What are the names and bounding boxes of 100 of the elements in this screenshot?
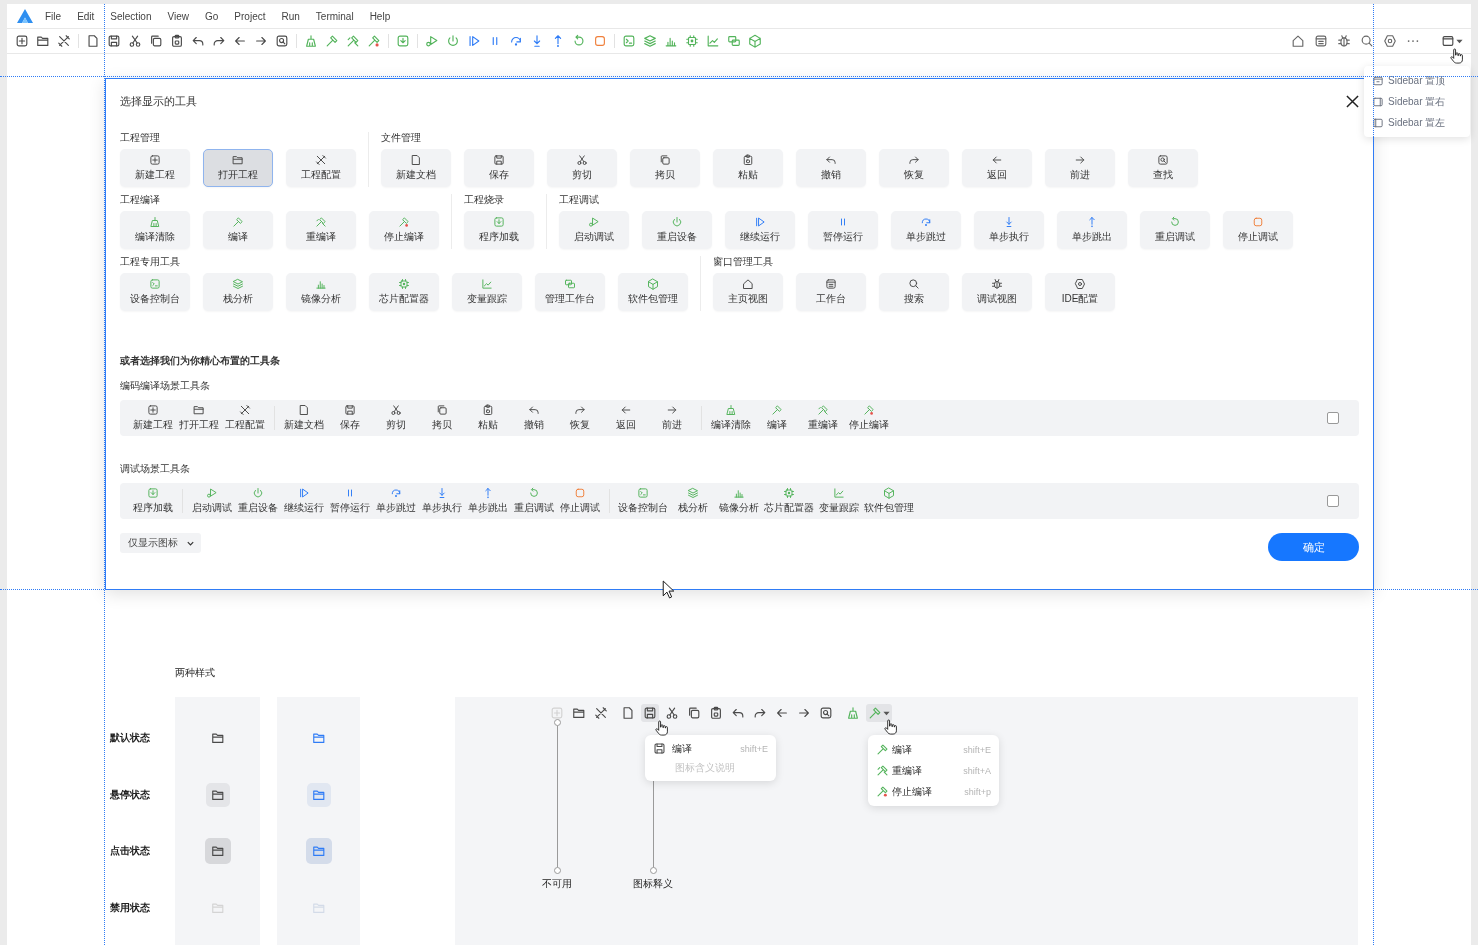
tool-button[interactable]: 剪切: [547, 149, 617, 187]
tool-button[interactable]: 重启调试: [1140, 211, 1210, 249]
tool-button[interactable]: 编译清除: [120, 211, 190, 249]
tool-button[interactable]: 工程配置: [286, 149, 356, 187]
tool-button[interactable]: 管理工作台: [535, 273, 605, 311]
menu-item[interactable]: Sidebar 置左: [1364, 112, 1470, 133]
tool-button[interactable]: 打开工程: [203, 149, 273, 187]
preset-toolbar[interactable]: 新建工程 打开工程 工程配置 新建文档 保存 剪切 拷贝 粘贴 撤销 恢复 返回 前进 编译清除 编译 重编译 停止编译: [120, 400, 1359, 436]
menu-item[interactable]: View: [167, 10, 189, 22]
scissors-icon[interactable]: [128, 34, 142, 48]
tool-button[interactable]: 查找: [1128, 149, 1198, 187]
menu-item[interactable]: Terminal: [315, 10, 354, 22]
icon-button[interactable]: [204, 838, 231, 865]
tool-button[interactable]: IDE配置: [1045, 273, 1115, 311]
menu-item[interactable]: 重编译 shift+A: [876, 760, 991, 781]
preset-toolbar[interactable]: 程序加载 启动调试 重启设备 继续运行 暂停运行 单步跳过 单步执行 单步跳出 重启调试 停止调试 设备控制台 栈分析 镜像分析 芯片配置器 变量跟踪 软件包管理: [120, 483, 1359, 519]
hammer-stop-icon[interactable]: [367, 34, 381, 48]
tool-button[interactable]: 返回: [962, 149, 1032, 187]
menu-item[interactable]: 编译 shift+E: [876, 739, 991, 760]
menu-item[interactable]: File: [45, 10, 62, 22]
tool-button[interactable]: 新建文档: [381, 149, 451, 187]
step-over-icon[interactable]: [509, 34, 523, 48]
settings-icon[interactable]: [1383, 34, 1397, 48]
broom-icon[interactable]: [304, 34, 318, 48]
tool-button[interactable]: 单步跳出: [1057, 211, 1127, 249]
workbench-icon[interactable]: [1314, 34, 1328, 48]
tool-button[interactable]: 恢复: [879, 149, 949, 187]
tool-button[interactable]: 启动调试: [559, 211, 629, 249]
tool-button[interactable]: 停止编译: [369, 211, 439, 249]
display-mode-dropdown[interactable]: 仅显示图标: [120, 533, 201, 553]
debug-icon[interactable]: [425, 34, 439, 48]
arrow-left-icon[interactable]: [233, 34, 247, 48]
menu-item[interactable]: 停止编译 shift+p: [876, 781, 991, 802]
checkbox[interactable]: [1327, 412, 1339, 424]
cube-icon[interactable]: [748, 34, 762, 48]
tool-button[interactable]: 主页视图: [713, 273, 783, 311]
tool-button[interactable]: 栈分析: [203, 273, 273, 311]
tool-button[interactable]: 拷贝: [630, 149, 700, 187]
find-icon[interactable]: [275, 34, 289, 48]
save-icon[interactable]: [107, 34, 121, 48]
windows-icon[interactable]: [727, 34, 741, 48]
tool-button[interactable]: 编译: [203, 211, 273, 249]
tool-button[interactable]: 暂停运行: [808, 211, 878, 249]
menu-item[interactable]: Project: [234, 10, 266, 22]
chip-icon[interactable]: [685, 34, 699, 48]
stop-icon[interactable]: [593, 34, 607, 48]
sidebar-icon[interactable]: [1441, 34, 1455, 48]
tool-button[interactable]: 继续运行: [725, 211, 795, 249]
power-icon[interactable]: [446, 34, 460, 48]
tool-button[interactable]: 保存: [464, 149, 534, 187]
tool-button[interactable]: 单步跳过: [891, 211, 961, 249]
undo-icon[interactable]: [191, 34, 205, 48]
checkbox[interactable]: [1327, 495, 1339, 507]
document-icon[interactable]: [86, 34, 100, 48]
tool-button[interactable]: 前进: [1045, 149, 1115, 187]
caret-icon[interactable]: [1456, 37, 1463, 45]
arrow-right-icon[interactable]: [254, 34, 268, 48]
search-icon[interactable]: [1360, 34, 1374, 48]
menu-item[interactable]: Sidebar 置右: [1364, 91, 1470, 112]
tool-button[interactable]: 镜像分析: [286, 273, 356, 311]
menu-item[interactable]: Help: [369, 10, 391, 22]
hammer-icon[interactable]: [325, 34, 339, 48]
menu-item[interactable]: Go: [205, 10, 219, 22]
restart-icon[interactable]: [572, 34, 586, 48]
plus-square-icon[interactable]: [15, 34, 29, 48]
menu-item[interactable]: Edit: [77, 10, 95, 22]
bug-icon[interactable]: [1337, 34, 1351, 48]
terminal-icon[interactable]: [622, 34, 636, 48]
tool-button[interactable]: 撤销: [796, 149, 866, 187]
tool-button[interactable]: 变量跟踪: [452, 273, 522, 311]
toolbar-button[interactable]: [866, 704, 892, 722]
paste-icon[interactable]: [170, 34, 184, 48]
tool-button[interactable]: 停止调试: [1223, 211, 1293, 249]
copy-icon[interactable]: [149, 34, 163, 48]
tool-button[interactable]: 新建工程: [120, 149, 190, 187]
confirm-button[interactable]: 确定: [1268, 533, 1359, 561]
tool-button[interactable]: 重编译: [286, 211, 356, 249]
layers-icon[interactable]: [643, 34, 657, 48]
continue-icon[interactable]: [467, 34, 481, 48]
line-chart-icon[interactable]: [706, 34, 720, 48]
redo-icon[interactable]: [212, 34, 226, 48]
tool-button[interactable]: 程序加载: [464, 211, 534, 249]
icon-button[interactable]: [205, 782, 230, 807]
tool-button[interactable]: 粘贴: [713, 149, 783, 187]
menu-item[interactable]: Selection: [110, 10, 152, 22]
hammers-icon[interactable]: [346, 34, 360, 48]
tools-icon[interactable]: [57, 34, 71, 48]
tool-button[interactable]: 软件包管理: [618, 273, 688, 311]
tool-button[interactable]: 搜索: [879, 273, 949, 311]
home-icon[interactable]: [1291, 34, 1305, 48]
tool-button[interactable]: 设备控制台: [120, 273, 190, 311]
toolbar-button[interactable]: [641, 704, 659, 722]
menu-item[interactable]: Run: [281, 10, 300, 22]
tool-button[interactable]: 工作台: [796, 273, 866, 311]
tool-button[interactable]: 芯片配置器: [369, 273, 439, 311]
tool-button[interactable]: 调试视图: [962, 273, 1032, 311]
icon-button[interactable]: [305, 838, 332, 865]
download-icon[interactable]: [396, 34, 410, 48]
close-icon[interactable]: [1346, 94, 1359, 108]
tool-button[interactable]: 重启设备: [642, 211, 712, 249]
